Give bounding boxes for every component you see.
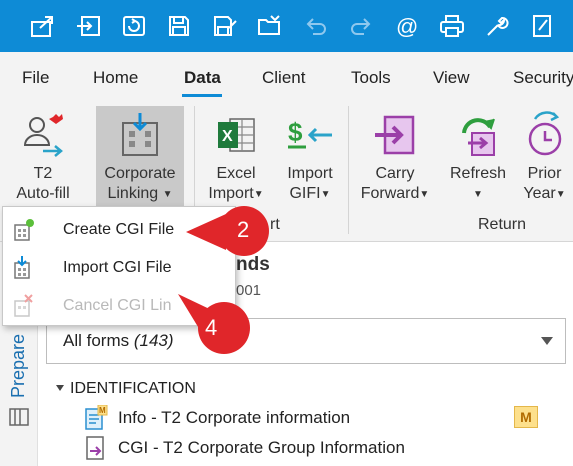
- tree-row-label: Info - T2 Corporate information: [118, 408, 351, 427]
- callout-step-2: 2: [184, 202, 274, 258]
- carry-forward-button[interactable]: Carry Forward▼: [352, 106, 438, 205]
- document-icon: [86, 436, 104, 460]
- chevron-down-icon: ▼: [253, 189, 264, 200]
- prior-year-button[interactable]: Prior Year▼: [516, 106, 573, 205]
- tab-security[interactable]: Security: [513, 68, 573, 88]
- refresh-button[interactable]: Refresh ▼: [442, 106, 514, 205]
- undo-icon[interactable]: [301, 10, 331, 42]
- menu-item-label: Import CGI File: [63, 259, 172, 276]
- forms-filter-label: All forms: [63, 331, 130, 350]
- import-gifi-label-2: GIFI: [289, 185, 321, 202]
- prior-year-label-1: Prior: [527, 165, 562, 182]
- t2-autofill-label-1: T2: [33, 165, 53, 182]
- svg-text:M: M: [99, 406, 106, 415]
- tree-section-identification[interactable]: IDENTIFICATION: [56, 380, 196, 398]
- tab-home[interactable]: Home: [93, 68, 138, 88]
- chevron-down-icon: ▼: [320, 189, 331, 200]
- carry-forward-label-1: Carry: [375, 165, 415, 182]
- chevron-down-icon: ▼: [419, 189, 430, 200]
- tab-data[interactable]: Data: [184, 68, 221, 88]
- save-as-icon[interactable]: [210, 10, 240, 42]
- chevron-down-icon: ▼: [162, 189, 173, 200]
- svg-text:X: X: [222, 128, 233, 145]
- collapse-triangle-icon: [56, 385, 64, 391]
- prior-year-label-2: Year: [523, 185, 556, 202]
- tree-row-cgi[interactable]: CGI - T2 Corporate Group Information: [84, 435, 405, 461]
- print-icon[interactable]: [437, 10, 467, 42]
- refresh-icon: [442, 106, 514, 164]
- section-label: IDENTIFICATION: [70, 380, 196, 397]
- callout-number: 2: [237, 217, 250, 242]
- tree-row-label: CGI - T2 Corporate Group Information: [118, 438, 405, 457]
- edit-icon[interactable]: [528, 10, 558, 42]
- callout-number: 4: [205, 315, 218, 340]
- refresh-label-1: Refresh: [449, 165, 507, 182]
- tree-row-info[interactable]: M Info - T2 Corporate information: [84, 405, 350, 431]
- menu-item-label: Create CGI File: [63, 221, 175, 238]
- building-import-icon: [14, 256, 30, 279]
- corporate-linking-label-1: Corporate: [104, 165, 176, 182]
- building-plus-icon: [14, 219, 34, 241]
- callout-bubble-icon: [186, 206, 269, 256]
- ribbon-separator: [348, 106, 349, 234]
- chevron-down-icon: [541, 337, 553, 345]
- tab-view[interactable]: View: [433, 68, 470, 88]
- import-gifi-button[interactable]: $ Import GIFI▼: [278, 106, 342, 205]
- excel-import-label-2: Import: [208, 185, 254, 202]
- chevron-down-icon: ▼: [473, 189, 483, 200]
- building-icon: [96, 106, 184, 164]
- email-icon[interactable]: @: [391, 10, 421, 42]
- document-icon: M: [85, 405, 108, 430]
- t2-autofill-button[interactable]: T2 Auto-fill: [4, 106, 82, 204]
- excel-import-button[interactable]: X Excel Import▼: [198, 106, 274, 205]
- import-icon[interactable]: [73, 10, 103, 42]
- building-cancel-icon: [14, 294, 33, 317]
- open-folder-icon[interactable]: [255, 10, 285, 42]
- forms-icon[interactable]: [8, 406, 30, 428]
- active-tab-indicator: [182, 94, 222, 97]
- svg-text:$: $: [288, 117, 303, 147]
- carry-forward-icon: [352, 106, 438, 164]
- chevron-down-icon: ▼: [555, 189, 566, 200]
- prepare-tab[interactable]: Prepare: [8, 334, 29, 398]
- wrench-icon[interactable]: [482, 10, 512, 42]
- svg-text:@: @: [396, 14, 418, 39]
- autofill-icon: [4, 106, 82, 164]
- corporate-linking-label-2: Linking: [107, 185, 159, 202]
- tab-client[interactable]: Client: [262, 68, 305, 88]
- carry-forward-label-2: Forward: [360, 185, 420, 202]
- modified-badge: M: [514, 406, 538, 428]
- clock-icon: [516, 106, 573, 164]
- import-gifi-label-1: Import: [287, 165, 333, 182]
- excel-import-label-1: Excel: [216, 165, 256, 182]
- tab-file[interactable]: File: [22, 68, 49, 88]
- forms-filter-count: (143): [133, 331, 174, 350]
- tab-tools[interactable]: Tools: [351, 68, 391, 88]
- quick-access-toolbar: @: [0, 0, 573, 52]
- t2-autofill-label-2: Auto-fill: [16, 185, 70, 202]
- save-icon[interactable]: [164, 10, 194, 42]
- group-label-return: Return: [478, 216, 527, 233]
- excel-icon: X: [198, 106, 274, 164]
- callout-step-4: 4: [176, 292, 252, 356]
- ribbon-tabs: File Home Data Client Tools View Securit…: [0, 52, 573, 100]
- export-icon[interactable]: [28, 10, 58, 42]
- sync-icon[interactable]: [119, 10, 149, 42]
- menu-item-label: Cancel CGI Lin: [63, 297, 172, 314]
- gifi-icon: $: [278, 106, 342, 164]
- corporate-linking-button[interactable]: Corporate Linking ▼: [96, 106, 184, 210]
- redo-icon[interactable]: [346, 10, 376, 42]
